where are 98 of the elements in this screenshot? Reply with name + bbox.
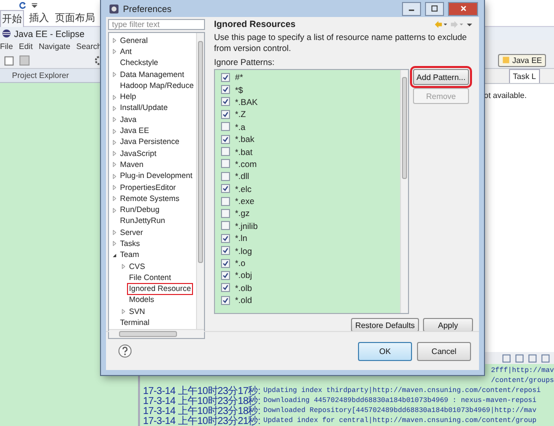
expand-arrow-icon[interactable] <box>112 174 117 179</box>
expand-arrow-icon[interactable] <box>121 264 126 270</box>
maximize-icon <box>431 5 438 12</box>
checkbox[interactable] <box>221 283 230 292</box>
page-title: Ignored Resources <box>214 19 296 29</box>
console-timestamp: 17-3-14 上午10时23分17秒: <box>143 384 260 397</box>
checkbox[interactable] <box>221 134 230 144</box>
console-timestamp: 17-3-14 上午10时23分18秒: <box>143 406 260 417</box>
expand-arrow-icon[interactable] <box>112 151 117 156</box>
close-icon <box>460 5 466 12</box>
checkbox[interactable] <box>221 122 230 132</box>
pattern-label: *.o <box>235 258 246 268</box>
expand-arrow-icon[interactable] <box>112 38 117 44</box>
checkbox[interactable] <box>221 270 230 280</box>
checkbox[interactable] <box>221 147 230 156</box>
dropdown-icon[interactable] <box>30 0 39 10</box>
expand-arrow-icon[interactable] <box>112 162 117 168</box>
pattern-label: *.Z <box>235 109 246 120</box>
checkbox[interactable] <box>221 246 230 256</box>
scrollbar[interactable] <box>196 33 204 329</box>
checkbox[interactable] <box>221 159 230 168</box>
expand-arrow-icon[interactable] <box>112 196 117 202</box>
minimize-button[interactable] <box>402 2 421 16</box>
expand-arrow-icon[interactable] <box>112 49 117 54</box>
pattern-label: *.olb <box>235 282 252 293</box>
page-description: Use this page to specify a list of resource name patterns to exclude from version control. <box>213 31 468 54</box>
checkbox[interactable] <box>221 196 230 206</box>
help-icon[interactable] <box>118 344 132 358</box>
pattern-label: *.dll <box>235 171 250 182</box>
horizontal-scrollbar[interactable] <box>109 328 204 338</box>
preferences-icon <box>109 4 119 14</box>
new-icon[interactable] <box>4 54 15 66</box>
checkbox[interactable] <box>221 296 230 305</box>
checkbox[interactable] <box>221 85 230 94</box>
eclipse-icon <box>2 29 11 38</box>
checkbox[interactable] <box>221 184 230 194</box>
collapse-arrow-icon[interactable] <box>112 252 117 258</box>
back-arrow-icon[interactable] <box>434 20 448 28</box>
maximize-button[interactable] <box>425 2 444 16</box>
expand-arrow-icon[interactable] <box>112 72 117 78</box>
expand-arrow-icon[interactable] <box>112 140 117 145</box>
pattern-label: *.com <box>235 158 257 169</box>
checkbox[interactable] <box>221 172 230 181</box>
console-timestamp: 17-3-14 上午10时23分18秒: <box>143 396 260 407</box>
expand-arrow-icon[interactable] <box>112 94 117 100</box>
expand-arrow-icon[interactable] <box>112 230 117 236</box>
expand-arrow-icon[interactable] <box>112 241 117 246</box>
expand-arrow-icon[interactable] <box>112 106 117 111</box>
checkbox[interactable] <box>221 72 230 82</box>
pattern-label: #* <box>235 72 244 82</box>
perspective-button[interactable]: Java EE <box>498 54 546 66</box>
filter-field[interactable]: type filter text <box>108 19 205 30</box>
cancel-button[interactable]: Cancel <box>417 342 471 360</box>
pattern-label: *$ <box>235 84 244 95</box>
close-button[interactable] <box>448 2 478 16</box>
pattern-label: *.BAK <box>235 96 258 107</box>
pattern-label: *.exe <box>235 196 254 206</box>
menu-item[interactable]: File <box>0 42 13 50</box>
checkbox[interactable] <box>221 258 230 268</box>
ribbon-tab[interactable]: 页面布局 <box>54 10 96 26</box>
refresh-icon[interactable] <box>18 0 27 10</box>
perspective-label: Java EE <box>512 56 542 64</box>
save-icon[interactable] <box>19 54 30 66</box>
perspective-icon <box>502 56 510 64</box>
checkbox[interactable] <box>221 110 230 119</box>
checkbox[interactable] <box>221 97 230 106</box>
dialog-title: Preferences <box>123 4 172 14</box>
pattern-label: *.a <box>235 122 246 132</box>
expand-arrow-icon[interactable] <box>112 208 117 213</box>
pattern-label: *.obj <box>235 270 252 280</box>
list-label: Ignore Patterns: <box>213 56 276 69</box>
pattern-label: *.elc <box>235 184 252 194</box>
add-pattern-button[interactable]: Add Pattern... <box>413 69 469 85</box>
pattern-label: *.bat <box>235 146 252 157</box>
window-title: Java EE - Eclipse <box>14 28 85 38</box>
expand-arrow-icon[interactable] <box>112 185 117 190</box>
pattern-label: *.jnilib <box>235 220 258 231</box>
ribbon-tab[interactable]: 插入 <box>28 10 50 26</box>
expand-arrow-icon[interactable] <box>112 128 117 134</box>
menu-item[interactable]: Navigate <box>38 42 70 50</box>
pattern-label: *.old <box>235 295 252 306</box>
expand-arrow-icon[interactable] <box>112 117 117 122</box>
checkbox[interactable] <box>221 234 230 243</box>
console-timestamp: 17-3-14 上午10时23分21秒: <box>143 416 260 426</box>
pattern-label: *.ln <box>235 233 248 244</box>
scrollbar[interactable] <box>400 70 408 313</box>
ribbon-tab[interactable]: 开始 <box>0 10 24 26</box>
menu-item[interactable]: Edit <box>18 42 33 50</box>
checkbox[interactable] <box>221 221 230 230</box>
apply-button[interactable]: Apply <box>423 318 473 332</box>
pattern-label: *.log <box>235 246 252 256</box>
expand-arrow-icon[interactable] <box>121 309 126 314</box>
checkbox[interactable] <box>221 208 230 218</box>
view-tab[interactable]: Task L <box>508 69 540 83</box>
pattern-label: *.bak <box>235 134 254 144</box>
pattern-label: *.gz <box>235 208 250 218</box>
ok-button[interactable]: OK <box>358 342 412 360</box>
restore-defaults-button[interactable]: Restore Defaults <box>351 318 419 332</box>
